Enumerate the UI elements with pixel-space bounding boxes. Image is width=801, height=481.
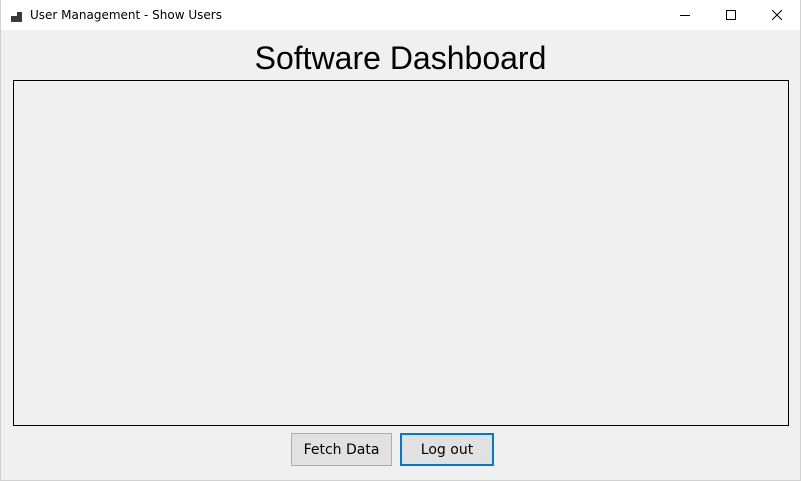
title-bar[interactable]: User Management - Show Users <box>1 0 800 30</box>
window-title: User Management - Show Users <box>30 8 222 22</box>
close-icon <box>772 10 782 20</box>
fetch-data-button[interactable]: Fetch Data <box>291 433 392 466</box>
page-title: Software Dashboard <box>254 40 547 76</box>
close-button[interactable] <box>754 0 800 30</box>
minimize-icon <box>680 10 690 20</box>
logout-button[interactable]: Log out <box>400 433 494 466</box>
maximize-button[interactable] <box>708 0 754 30</box>
minimize-button[interactable] <box>662 0 708 30</box>
user-data-panel[interactable] <box>13 80 789 426</box>
maximize-icon <box>726 10 736 20</box>
app-icon <box>11 8 23 22</box>
app-window: User Management - Show Users Software Da… <box>0 0 801 481</box>
